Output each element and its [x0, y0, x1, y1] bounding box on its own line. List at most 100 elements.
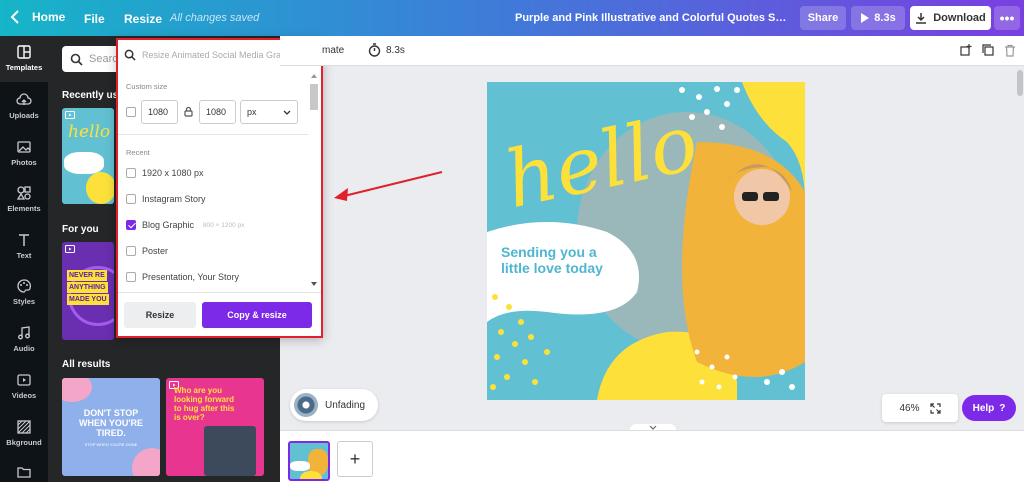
scroll-thumb[interactable]	[1017, 70, 1023, 96]
rail-item-styles[interactable]: Styles	[0, 278, 48, 306]
canvas-quote[interactable]: Sending you a little love today	[501, 244, 603, 276]
delete-page-icon[interactable]	[1004, 44, 1016, 57]
play-duration: 8.3s	[874, 12, 896, 24]
rail-item-elements[interactable]: Elements	[0, 185, 48, 213]
option-label: Blog Graphic	[142, 220, 195, 230]
option-label: Poster	[142, 246, 169, 256]
option-checkbox[interactable]	[126, 246, 136, 256]
rail-item-uploads[interactable]: Uploads	[0, 92, 48, 120]
chevron-down-icon	[283, 110, 291, 115]
resize-option-presentation[interactable]: Presentation, Your Story	[126, 272, 239, 282]
option-label: 1920 x 1080 px	[142, 168, 204, 178]
document-title[interactable]: Purple and Pink Illustrative and Colorfu…	[515, 12, 790, 24]
template-thumb-who-are-you[interactable]: Who are you looking forward to hug after…	[166, 378, 264, 476]
thumb-dont-sub: STOP WHEN YOU'RE DONE	[84, 442, 138, 447]
zoom-value: 46%	[899, 402, 920, 414]
template-thumb-never-regret[interactable]: NEVER RE ANYTHING MADE YOU	[62, 242, 114, 340]
search-icon	[70, 53, 83, 66]
image-icon	[17, 141, 31, 153]
option-checkbox[interactable]	[126, 168, 136, 178]
option-size: 800 × 1200 px	[203, 221, 245, 229]
custom-size-checkbox[interactable]	[126, 107, 136, 117]
duplicate-page-icon[interactable]	[982, 44, 994, 56]
play-button[interactable]: 8.3s	[851, 6, 905, 30]
help-label: Help	[972, 402, 995, 414]
template-thumb-hello[interactable]: hello	[62, 108, 114, 204]
download-button[interactable]: Download	[910, 6, 991, 30]
rail-item-templates[interactable]: Templates	[0, 36, 48, 82]
share-label: Share	[807, 12, 839, 24]
rail-label: Styles	[12, 297, 36, 306]
resize-option-instagram-story[interactable]: Instagram Story	[126, 194, 206, 204]
all-results-heading: All results	[62, 359, 111, 370]
timing-button[interactable]: 8.3s	[368, 43, 405, 57]
top-bar: Home File Resize All changes saved Purpl…	[0, 0, 1024, 36]
thumb-who-line2: looking forward	[174, 395, 234, 404]
home-button[interactable]: Home	[10, 10, 65, 24]
search-icon	[124, 49, 136, 61]
width-input[interactable]: 1080	[141, 100, 178, 124]
help-button[interactable]: Help ?	[962, 395, 1016, 421]
zoom-control[interactable]: 46%	[882, 394, 958, 422]
rail-item-folder[interactable]	[0, 464, 48, 482]
quote-line-1: Sending you a	[501, 244, 597, 260]
thumb-never-line1: NEVER RE	[67, 270, 107, 281]
share-button[interactable]: Share	[800, 6, 846, 30]
copy-resize-button[interactable]: Copy & resize	[202, 302, 312, 328]
rail-item-photos[interactable]: Photos	[0, 139, 48, 167]
option-checkbox[interactable]	[126, 194, 136, 204]
rail-item-audio[interactable]: Audio	[0, 325, 48, 353]
thumb-who-line1: Who are you	[174, 386, 223, 395]
resize-option-poster[interactable]: Poster	[126, 246, 168, 256]
divider	[118, 292, 321, 293]
animation-style-pill[interactable]: Unfading	[290, 389, 378, 421]
add-page-button[interactable]: +	[337, 441, 373, 477]
rail-item-text[interactable]: Text	[0, 232, 48, 260]
option-checkbox-checked[interactable]	[126, 220, 136, 230]
templates-icon	[17, 45, 31, 59]
canvas-scrollbar[interactable]	[1016, 70, 1024, 430]
recently-used-heading: Recently us	[62, 90, 119, 101]
more-options-button[interactable]: •••	[994, 6, 1020, 30]
template-thumb-dont-stop[interactable]: DON'T STOP WHEN YOU'RE TIRED. STOP WHEN …	[62, 378, 160, 476]
help-question-icon: ?	[999, 402, 1006, 414]
home-label: Home	[32, 10, 66, 24]
save-status: All changes saved	[170, 12, 260, 24]
height-input[interactable]: 1080	[199, 100, 236, 124]
folder-icon	[17, 467, 31, 478]
page-thumbnail-1[interactable]	[288, 441, 330, 481]
add-page-icon[interactable]	[960, 44, 972, 56]
rail-item-videos[interactable]: Videos	[0, 372, 48, 400]
resize-button[interactable]: Resize	[124, 302, 196, 328]
video-icon	[17, 374, 31, 386]
text-t-icon	[19, 234, 29, 246]
thumb-who-line4: is over?	[174, 413, 205, 422]
file-menu[interactable]: File	[84, 12, 105, 26]
lock-icon[interactable]	[184, 106, 193, 117]
animation-label: Unfading	[325, 399, 366, 411]
rail-item-background[interactable]: Bkground	[0, 419, 48, 447]
scroll-up-icon[interactable]	[309, 72, 319, 80]
rail-label: Photos	[11, 158, 37, 167]
recent-label: Recent	[126, 148, 150, 157]
dropdown-scrollbar[interactable]	[309, 72, 319, 288]
resize-option-blog-graphic[interactable]: Blog Graphic 800 × 1200 px	[126, 220, 244, 230]
thumb-dont-line3: TIRED.	[96, 428, 126, 438]
resize-option-1920x1080[interactable]: 1920 x 1080 px	[126, 168, 204, 178]
resize-dropdown: Resize Animated Social Media Graph ✕ Cus…	[116, 38, 323, 338]
resize-menu[interactable]: Resize	[124, 12, 162, 26]
scroll-thumb[interactable]	[310, 84, 318, 110]
option-label: Presentation, Your Story	[142, 272, 240, 282]
expand-icon[interactable]	[929, 402, 941, 414]
scroll-down-icon[interactable]	[309, 280, 319, 288]
rail-label: Text	[16, 251, 32, 260]
resize-search-placeholder: Resize Animated Social Media Graph	[142, 50, 292, 60]
more-dots-icon: •••	[999, 10, 1015, 26]
option-checkbox[interactable]	[126, 272, 136, 282]
unit-select[interactable]: px	[240, 100, 298, 124]
background-pattern-icon	[17, 420, 31, 434]
animate-button[interactable]: mate	[322, 45, 344, 56]
design-canvas[interactable]: hello Sending you a little love today	[487, 82, 805, 400]
video-badge-icon	[65, 245, 75, 253]
annotation-arrow	[334, 171, 443, 201]
